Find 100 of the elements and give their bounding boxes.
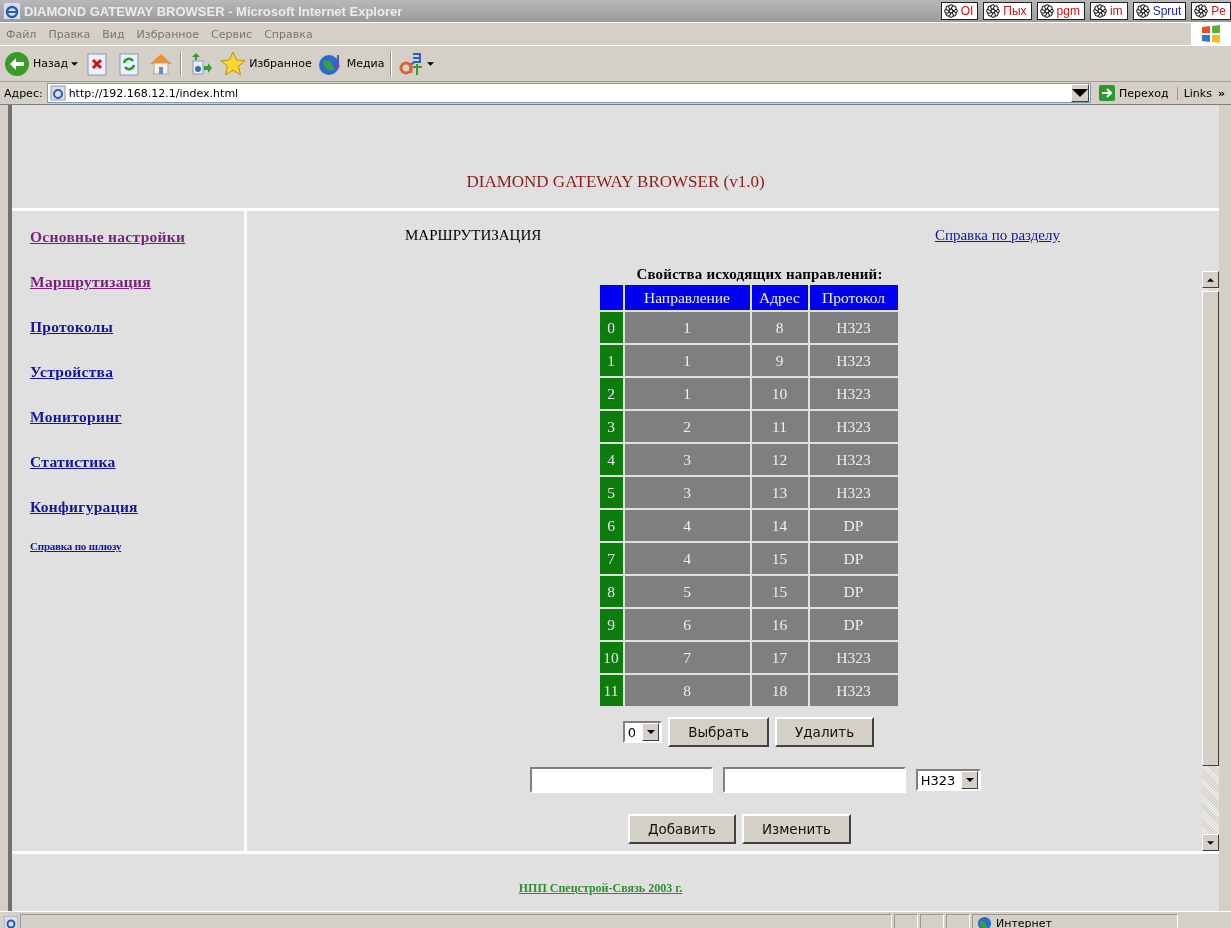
table-cell: 13 xyxy=(751,477,808,508)
action-button[interactable]: Добавить xyxy=(627,814,736,844)
table-cell: 11 xyxy=(751,411,808,442)
table-cell: DP xyxy=(809,543,898,574)
nav-link[interactable]: Мониторинг xyxy=(30,408,244,426)
row-index-cell: 1 xyxy=(599,345,623,376)
table-cell: DP xyxy=(809,510,898,541)
row-index-cell: 10 xyxy=(599,642,623,673)
nav-link[interactable]: Основные настройки xyxy=(30,228,244,246)
caret-icon[interactable] xyxy=(71,61,79,66)
table-cell: DP xyxy=(809,576,898,607)
quick-launch-button[interactable]: OI xyxy=(940,2,979,20)
links-button[interactable]: Links xyxy=(1176,86,1214,100)
protocol-select[interactable]: H323 xyxy=(915,769,982,791)
table-cell: 17 xyxy=(751,642,808,673)
table-cell: 3 xyxy=(624,444,750,475)
scrollbar[interactable] xyxy=(1202,271,1219,851)
caret-icon[interactable] xyxy=(427,61,435,66)
row-select[interactable]: 0 xyxy=(622,721,663,743)
table-cell: H323 xyxy=(809,345,898,376)
column-header: Протокол xyxy=(809,285,898,310)
address-label: Адрес: xyxy=(4,86,43,100)
nav-link[interactable]: Справка по шлюзу xyxy=(30,540,244,552)
table-cell: 15 xyxy=(751,576,808,607)
zone-label: Интернет xyxy=(996,916,1052,928)
status-pane xyxy=(946,913,970,928)
row-index-cell: 9 xyxy=(599,609,623,640)
column-header: Адрес xyxy=(751,285,808,310)
quick-launch-button[interactable]: im xyxy=(1089,2,1128,20)
table-cell: 8 xyxy=(624,675,750,706)
row-index-cell: 6 xyxy=(599,510,623,541)
row-index-cell: 8 xyxy=(599,576,623,607)
row-index-cell: 3 xyxy=(599,411,623,442)
flower-icon xyxy=(1039,4,1054,18)
action-button[interactable]: Изменить xyxy=(741,814,852,844)
page-title: DIAMOND GATEWAY BROWSER (v1.0) xyxy=(466,172,765,192)
translate-icon xyxy=(398,50,425,77)
table-cell: 1 xyxy=(624,312,750,343)
action-button[interactable]: Удалить xyxy=(775,717,875,747)
table-cell: 1 xyxy=(624,345,750,376)
quick-launch-button[interactable]: Пых xyxy=(983,2,1032,20)
go-button[interactable]: Переход xyxy=(1095,85,1173,101)
nav-link[interactable]: Маршрутизация xyxy=(30,273,244,291)
table-cell: 14 xyxy=(751,510,808,541)
help-link[interactable]: Справка по разделу xyxy=(934,227,1060,244)
input-field[interactable] xyxy=(722,767,906,793)
table-cell: H323 xyxy=(809,444,898,475)
address-field[interactable]: http://192.168.12.1/index.html xyxy=(46,83,1091,103)
row-index-cell: 11 xyxy=(599,675,623,706)
table-cell: 2 xyxy=(624,411,750,442)
table-cell: H323 xyxy=(809,477,898,508)
arrow-icon xyxy=(1099,85,1115,101)
table-cell: H323 xyxy=(809,411,898,442)
nav-link[interactable]: Статистика xyxy=(30,453,244,471)
star-icon xyxy=(220,50,247,77)
ie-logo-icon xyxy=(4,3,20,19)
more-chevron[interactable]: » xyxy=(1217,86,1231,100)
table-cell: 10 xyxy=(751,378,808,409)
table-cell: H323 xyxy=(809,675,898,706)
nav-link[interactable]: Конфигурация xyxy=(30,498,244,516)
section-title: МАРШРУТИЗАЦИЯ xyxy=(405,227,542,244)
status-pane xyxy=(920,913,944,928)
quick-launch-button[interactable]: pgm xyxy=(1036,2,1085,20)
scroll-up-arrow-icon[interactable] xyxy=(1207,277,1214,282)
table-header-cell xyxy=(599,285,623,310)
table-cell: 8 xyxy=(751,312,808,343)
column-header: Направление xyxy=(624,285,750,310)
flower-icon xyxy=(1092,4,1107,18)
row-index-cell: 2 xyxy=(599,378,623,409)
table-cell: H323 xyxy=(809,312,898,343)
table-cell: 16 xyxy=(751,609,808,640)
table-cell: 18 xyxy=(751,675,808,706)
table-cell: 6 xyxy=(624,609,750,640)
table-cell: 15 xyxy=(751,543,808,574)
table-cell: 3 xyxy=(624,477,750,508)
table-cell: 5 xyxy=(624,576,750,607)
dropdown-arrow-icon[interactable] xyxy=(646,730,655,734)
table-cell: 9 xyxy=(751,345,808,376)
quick-launch-button[interactable]: Sprut xyxy=(1132,2,1187,20)
page-icon xyxy=(4,916,18,928)
nav-link[interactable]: Устройства xyxy=(30,363,244,381)
scroll-down-arrow-icon[interactable] xyxy=(1207,840,1214,845)
table-cell: DP xyxy=(809,609,898,640)
nav-link[interactable]: Протоколы xyxy=(30,318,244,336)
table-cell: 12 xyxy=(751,444,808,475)
table-caption: Свойства исходящих направлений: xyxy=(636,266,883,283)
input-field[interactable] xyxy=(529,767,713,793)
media-button[interactable]: Медиа xyxy=(317,50,385,77)
favorites-button[interactable]: Избранное xyxy=(220,50,312,77)
dropdown-arrow-icon[interactable] xyxy=(965,778,974,782)
quick-launch-button[interactable]: Pe xyxy=(1191,2,1231,20)
status-pane xyxy=(894,913,918,928)
back-button[interactable]: Назад xyxy=(4,50,69,77)
table-cell: H323 xyxy=(809,378,898,409)
table-cell: 1 xyxy=(624,378,750,409)
globe-icon xyxy=(977,915,992,928)
action-button[interactable]: Выбрать xyxy=(668,717,770,747)
row-index-cell: 5 xyxy=(599,477,623,508)
table-cell: 4 xyxy=(624,510,750,541)
row-index-cell: 7 xyxy=(599,543,623,574)
